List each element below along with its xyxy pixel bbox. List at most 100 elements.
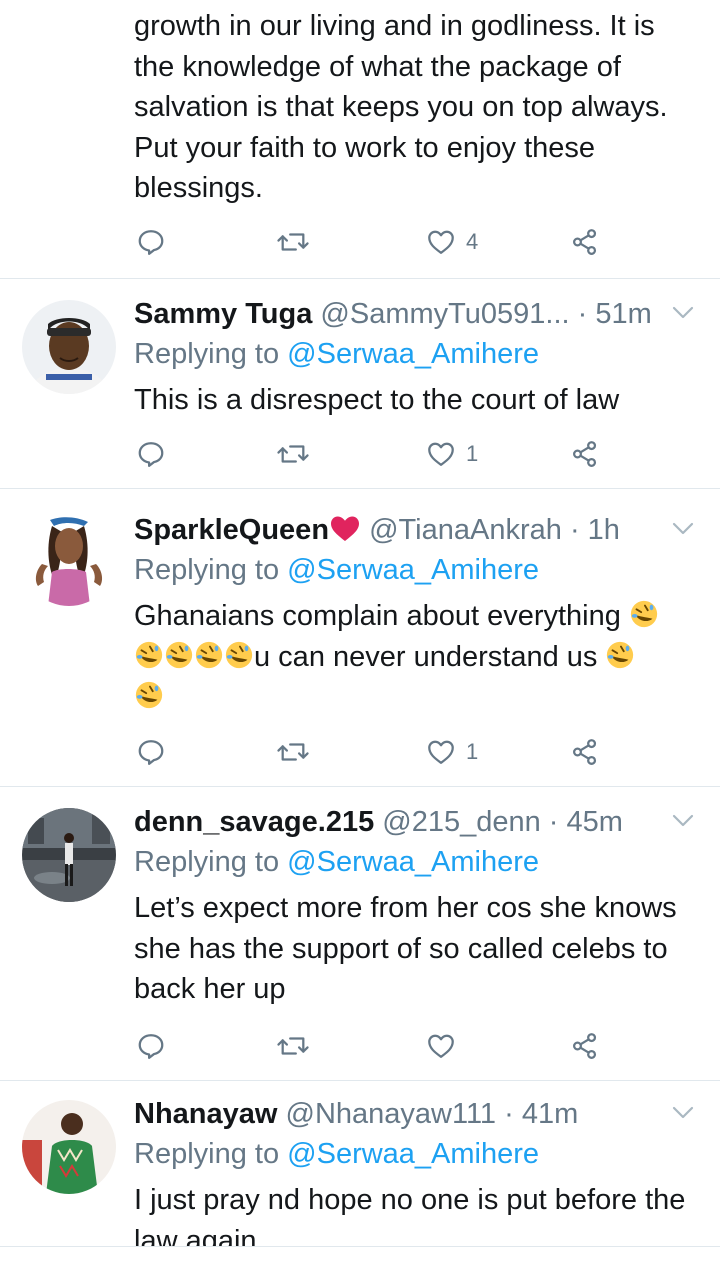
- heart-icon: [426, 227, 456, 257]
- reply-icon: [136, 439, 166, 469]
- avatar[interactable]: [22, 512, 116, 606]
- rolling-laughing-emoji-icon: [164, 640, 194, 670]
- display-name[interactable]: denn_savage.215: [134, 806, 374, 838]
- share-button[interactable]: [570, 732, 600, 772]
- tweet-header: denn_savage.215 @215_denn · 45m: [134, 802, 664, 842]
- share-button[interactable]: [570, 1026, 600, 1066]
- reply-button[interactable]: [136, 732, 166, 772]
- mention-link[interactable]: @Serwaa_Amihere: [287, 1138, 539, 1170]
- retweet-button[interactable]: [276, 732, 310, 772]
- tweet-body: I just pray nd hope no one is put before…: [134, 1180, 704, 1246]
- tweet-text-line: Put your faith to work to enjoy these: [134, 131, 596, 164]
- reply-tweet[interactable]: Sammy Tuga @SammyTu0591... · 51m Replyin…: [0, 294, 720, 488]
- tweet-text-line: Let’s expect more from her cos she knows: [134, 892, 677, 924]
- display-name[interactable]: Nhanayaw: [134, 1098, 277, 1130]
- display-name[interactable]: Sammy Tuga: [134, 298, 312, 330]
- avatar[interactable]: [22, 808, 116, 902]
- reply-button[interactable]: [136, 434, 166, 474]
- tweet-body: Ghanaians complain about everything u ca…: [134, 596, 704, 718]
- user-handle[interactable]: @TianaAnkrah: [369, 514, 562, 546]
- tweet-text-line: salvation is that keeps you on top alway…: [134, 91, 668, 123]
- retweet-icon: [276, 737, 310, 767]
- share-icon: [570, 227, 600, 257]
- timestamp[interactable]: · 1h: [570, 514, 620, 546]
- replying-to: Replying to @Serwaa_Amihere: [134, 1138, 540, 1170]
- timestamp[interactable]: · 45m: [549, 806, 623, 838]
- share-button[interactable]: [570, 434, 600, 474]
- timestamp[interactable]: · 51m: [578, 298, 652, 330]
- mention-link[interactable]: @Serwaa_Amihere: [287, 338, 539, 370]
- divider: [0, 786, 720, 787]
- tweet-text-line: she has the support of so called celebs …: [134, 932, 668, 965]
- share-button[interactable]: [570, 222, 600, 262]
- like-count: 1: [466, 441, 479, 466]
- divider: [0, 488, 720, 489]
- like-button[interactable]: 4: [426, 222, 478, 262]
- tweet-text-line: back her up: [134, 973, 286, 1005]
- divider: [0, 1080, 720, 1081]
- rolling-laughing-emoji-icon: [224, 640, 254, 670]
- red-heart-emoji-icon: [331, 516, 360, 541]
- retweet-button[interactable]: [276, 1026, 310, 1066]
- tweet-text-line: law again: [134, 1224, 257, 1247]
- reply-tweet[interactable]: Nhanayaw @Nhanayaw111 · 41m Replying to …: [0, 1094, 720, 1246]
- rolling-laughing-emoji-icon: [194, 640, 224, 670]
- reply-tweet[interactable]: denn_savage.215 @215_denn · 45m Replying…: [0, 802, 720, 1078]
- share-icon: [570, 439, 600, 469]
- rolling-laughing-emoji-icon: [134, 680, 164, 710]
- user-handle[interactable]: @SammyTu0591...: [320, 298, 569, 330]
- like-button[interactable]: 1: [426, 732, 478, 772]
- tweet-text-line: Ghanaians complain about everything: [134, 596, 704, 637]
- chevron-down-icon[interactable]: [672, 814, 694, 828]
- tweet-text-line: growth in our living and in godliness. I…: [134, 10, 655, 42]
- chevron-down-icon[interactable]: [672, 306, 694, 320]
- reply-tweet[interactable]: SparkleQueen @TianaAnkrah · 1h Replying …: [0, 510, 720, 786]
- mention-link[interactable]: @Serwaa_Amihere: [287, 846, 539, 878]
- tweet-actions: [134, 1026, 614, 1066]
- avatar[interactable]: [22, 300, 116, 394]
- like-button[interactable]: 1: [426, 434, 478, 474]
- retweet-icon: [276, 1031, 310, 1061]
- tweet-text-line: the knowledge of what the package of: [134, 50, 621, 83]
- mention-link[interactable]: @Serwaa_Amihere: [287, 554, 539, 586]
- tweet-header: SparkleQueen @TianaAnkrah · 1h: [134, 510, 664, 550]
- reply-icon: [136, 737, 166, 767]
- reply-button[interactable]: [136, 222, 166, 262]
- tweet-actions: 4: [134, 222, 614, 262]
- retweet-icon: [276, 227, 310, 257]
- tweet-text-line: I just pray nd hope no one is put before…: [134, 1184, 686, 1216]
- avatar[interactable]: [22, 1100, 116, 1194]
- tweet-body: This is a disrespect to the court of law: [134, 380, 704, 421]
- tweet-text-line: blessings.: [134, 172, 263, 204]
- rolling-laughing-emoji-icon: [605, 640, 635, 670]
- user-handle[interactable]: @215_denn: [382, 806, 540, 838]
- tweet-body: growth in our living and in godliness. I…: [134, 6, 704, 209]
- tweet-text-line: [134, 677, 704, 718]
- replying-to: Replying to @Serwaa_Amihere: [134, 338, 540, 370]
- tweet-text-line: This is a disrespect to the court of law: [134, 384, 620, 416]
- reply-button[interactable]: [136, 1026, 166, 1066]
- like-count: 4: [466, 229, 479, 254]
- tweet-actions: 1: [134, 434, 614, 474]
- retweet-button[interactable]: [276, 434, 310, 474]
- reply-icon: [136, 1031, 166, 1061]
- retweet-button[interactable]: [276, 222, 310, 262]
- tweet-text-line: u can never understand us: [134, 637, 704, 678]
- like-count: 1: [466, 739, 479, 764]
- retweet-icon: [276, 439, 310, 469]
- chevron-down-icon[interactable]: [672, 522, 694, 536]
- heart-icon: [426, 439, 456, 469]
- user-handle[interactable]: @Nhanayaw111: [286, 1098, 497, 1130]
- tweet-actions: 1: [134, 732, 614, 772]
- replying-to: Replying to @Serwaa_Amihere: [134, 846, 540, 878]
- rolling-laughing-emoji-icon: [629, 599, 659, 629]
- tweet-header: Sammy Tuga @SammyTu0591... · 51m: [134, 294, 664, 334]
- like-button[interactable]: [426, 1026, 466, 1066]
- reply-icon: [136, 227, 166, 257]
- heart-icon: [426, 737, 456, 767]
- chevron-down-icon[interactable]: [672, 1106, 694, 1120]
- timestamp[interactable]: · 41m: [504, 1098, 578, 1130]
- divider: [0, 278, 720, 279]
- share-icon: [570, 1031, 600, 1061]
- display-name[interactable]: SparkleQueen: [134, 514, 329, 546]
